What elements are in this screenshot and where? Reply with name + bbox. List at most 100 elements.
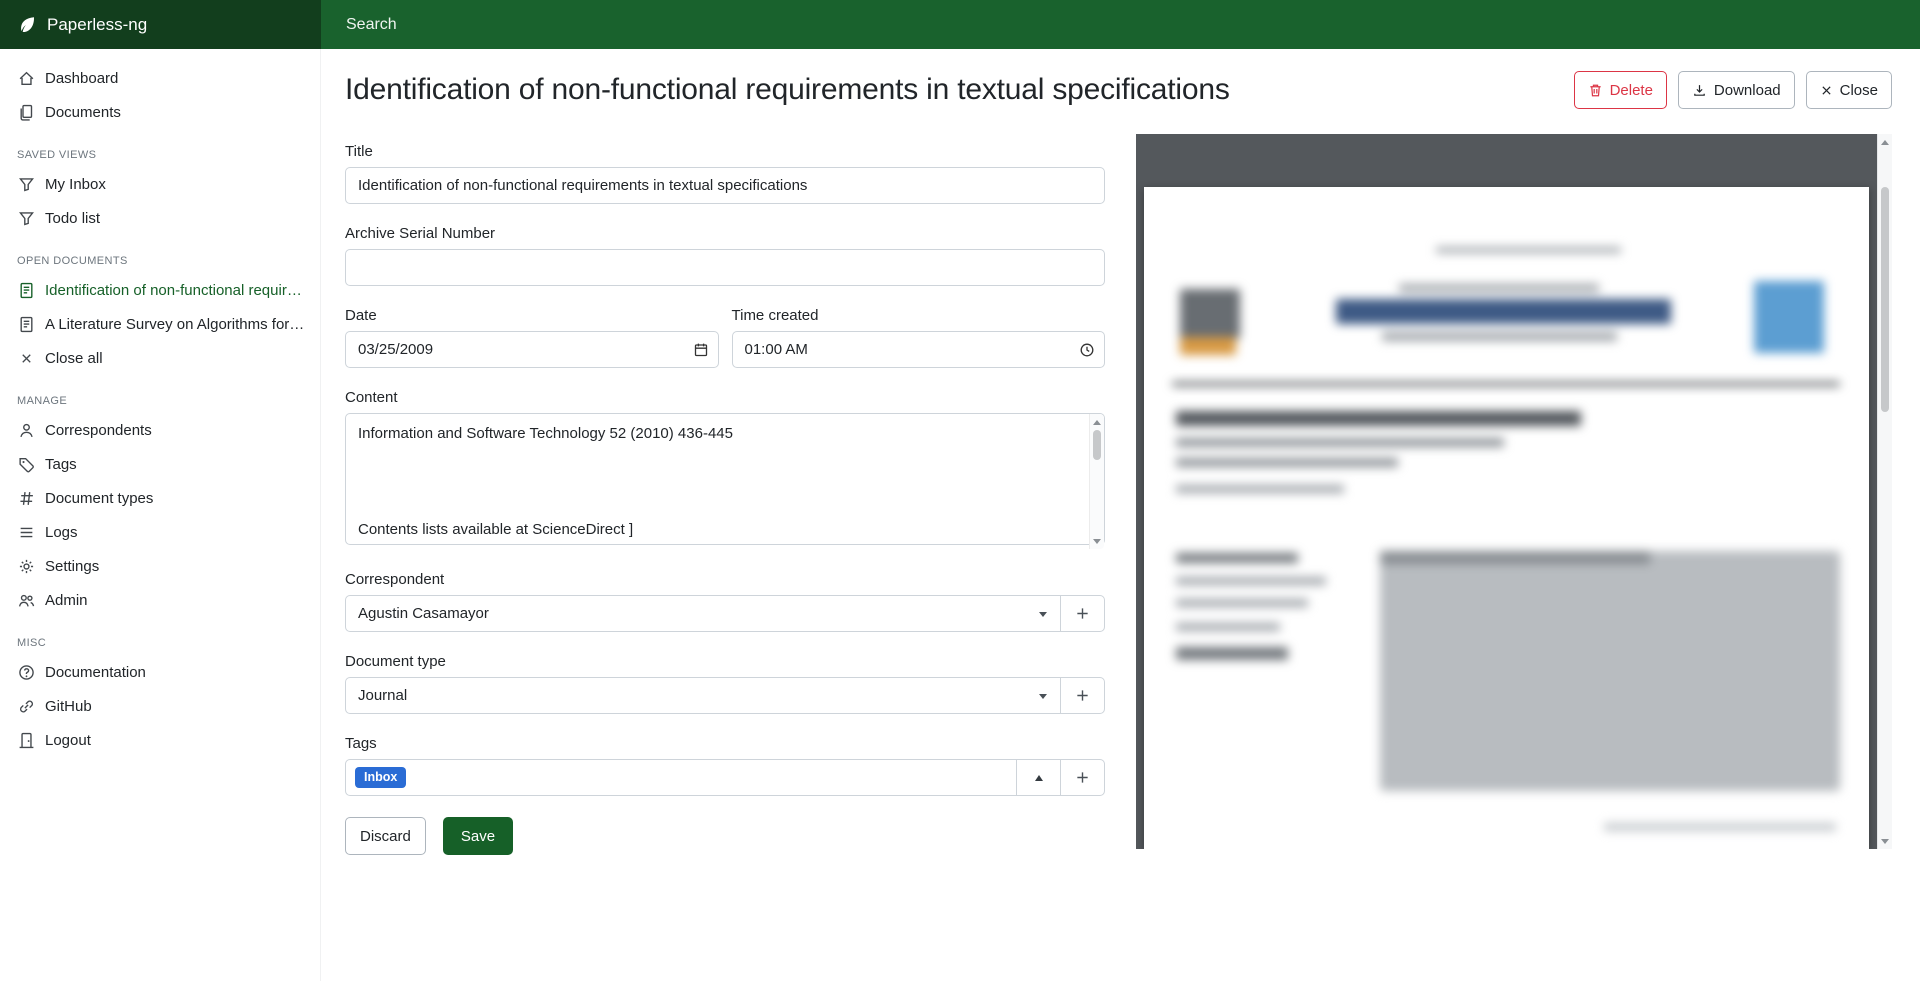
date-time-group: Date Time created <box>345 307 1105 368</box>
document-type-label: Document type <box>345 653 1105 670</box>
plus-icon <box>1075 606 1090 621</box>
preview-page <box>1144 187 1869 849</box>
download-button[interactable]: Download <box>1678 71 1795 109</box>
preview-blur-shape <box>1604 823 1836 831</box>
sidebar-item-documents[interactable]: Documents <box>0 95 320 129</box>
delete-button[interactable]: Delete <box>1574 71 1667 109</box>
preview-blur-shape <box>1176 438 1504 447</box>
tag-icon <box>17 455 35 473</box>
preview-blur-shape <box>1176 647 1288 660</box>
sidebar: Dashboard Documents SAVED VIEWS My Inbox… <box>0 49 321 981</box>
gear-icon <box>17 557 35 575</box>
sidebar-item-label: Logout <box>45 732 91 749</box>
tags-input[interactable]: Inbox <box>345 759 1017 796</box>
sidebar-item-admin[interactable]: Admin <box>0 583 320 617</box>
tags-dropdown-button[interactable] <box>1016 759 1061 796</box>
date-label: Date <box>345 307 719 324</box>
sidebar-item-todo-list[interactable]: Todo list <box>0 201 320 235</box>
date-field-group: Date <box>345 307 719 368</box>
date-input[interactable] <box>345 331 719 368</box>
sidebar-item-settings[interactable]: Settings <box>0 549 320 583</box>
add-correspondent-button[interactable] <box>1060 595 1105 632</box>
download-icon <box>1692 83 1707 98</box>
add-tag-button[interactable] <box>1060 759 1105 796</box>
asn-label: Archive Serial Number <box>345 225 1105 242</box>
sidebar-item-label: Dashboard <box>45 70 118 87</box>
scroll-down-arrow-icon[interactable] <box>1090 534 1104 548</box>
preview-blur-shape <box>1382 332 1617 341</box>
save-button[interactable]: Save <box>443 817 513 855</box>
content-textarea[interactable]: Information and Software Technology 52 (… <box>345 413 1105 545</box>
discard-button[interactable]: Discard <box>345 817 426 855</box>
preview-scrollbar[interactable] <box>1877 134 1892 849</box>
calendar-icon[interactable] <box>693 342 709 358</box>
global-search-input[interactable] <box>321 0 1920 49</box>
correspondent-selected-value: Agustin Casamayor <box>358 605 489 622</box>
sidebar-open-document-1[interactable]: Identification of non-functional require… <box>0 273 320 307</box>
sidebar-item-dashboard[interactable]: Dashboard <box>0 61 320 95</box>
hash-icon <box>17 489 35 507</box>
preview-blur-shape <box>1180 289 1240 339</box>
funnel-icon <box>17 209 35 227</box>
link-icon <box>17 697 35 715</box>
preview-blur-shape <box>1336 299 1671 324</box>
time-input[interactable] <box>732 331 1106 368</box>
funnel-icon <box>17 175 35 193</box>
preview-blur-shape <box>1176 553 1298 563</box>
preview-blur-shape <box>1380 551 1840 791</box>
asn-input[interactable] <box>345 249 1105 286</box>
add-document-type-button[interactable] <box>1060 677 1105 714</box>
preview-blur-shape <box>1176 485 1344 493</box>
tags-label: Tags <box>345 735 1105 752</box>
sidebar-item-document-types[interactable]: Document types <box>0 481 320 515</box>
document-edit-form: Title Archive Serial Number Date <box>345 134 1105 855</box>
sidebar-item-label: Documentation <box>45 664 146 681</box>
manage-header: MANAGE <box>0 375 320 413</box>
document-header: Identification of non-functional require… <box>321 49 1920 109</box>
sidebar-item-label: Document types <box>45 490 153 507</box>
sidebar-item-logs[interactable]: Logs <box>0 515 320 549</box>
brand-name: Paperless-ng <box>47 15 147 35</box>
scroll-down-arrow-icon[interactable] <box>1878 834 1892 848</box>
scroll-up-arrow-icon[interactable] <box>1090 415 1104 429</box>
top-navbar: Paperless-ng <box>0 0 1920 49</box>
sidebar-item-logout[interactable]: Logout <box>0 723 320 757</box>
sidebar-item-label: Identification of non-functional require… <box>45 282 308 299</box>
misc-header: MISC <box>0 617 320 655</box>
plus-icon <box>1075 688 1090 703</box>
preview-scrollbar-thumb[interactable] <box>1881 187 1889 412</box>
close-icon <box>17 349 35 367</box>
list-icon <box>17 523 35 541</box>
sidebar-open-document-2[interactable]: A Literature Survey on Algorithms for Mu… <box>0 307 320 341</box>
search-bar <box>321 0 1920 49</box>
page-title: Identification of non-functional require… <box>345 73 1230 107</box>
title-input[interactable] <box>345 167 1105 204</box>
sidebar-item-label: Admin <box>45 592 88 609</box>
sidebar-item-tags[interactable]: Tags <box>0 447 320 481</box>
sidebar-item-correspondents[interactable]: Correspondents <box>0 413 320 447</box>
sidebar-item-github[interactable]: GitHub <box>0 689 320 723</box>
correspondent-field-group: Correspondent Agustin Casamayor <box>345 571 1105 632</box>
door-icon <box>17 731 35 749</box>
close-icon <box>1820 84 1833 97</box>
sidebar-item-close-all[interactable]: Close all <box>0 341 320 375</box>
document-type-select[interactable]: Journal <box>345 677 1061 714</box>
content-scrollbar[interactable] <box>1089 414 1104 549</box>
open-documents-header: OPEN DOCUMENTS <box>0 235 320 273</box>
preview-blurred-content <box>1144 187 1869 849</box>
scroll-up-arrow-icon[interactable] <box>1878 135 1892 149</box>
main-content: Identification of non-functional require… <box>321 0 1920 981</box>
content-scrollbar-thumb[interactable] <box>1093 430 1101 460</box>
close-button[interactable]: Close <box>1806 71 1892 109</box>
document-type-field-group: Document type Journal <box>345 653 1105 714</box>
clock-icon[interactable] <box>1079 342 1095 358</box>
brand[interactable]: Paperless-ng <box>0 0 321 49</box>
sidebar-item-documentation[interactable]: Documentation <box>0 655 320 689</box>
tag-badge-inbox[interactable]: Inbox <box>355 767 406 788</box>
file-text-icon <box>17 281 35 299</box>
correspondent-select[interactable]: Agustin Casamayor <box>345 595 1061 632</box>
content-label: Content <box>345 389 1105 406</box>
sidebar-item-my-inbox[interactable]: My Inbox <box>0 167 320 201</box>
sidebar-item-label: Tags <box>45 456 77 473</box>
sidebar-item-label: Documents <box>45 104 121 121</box>
